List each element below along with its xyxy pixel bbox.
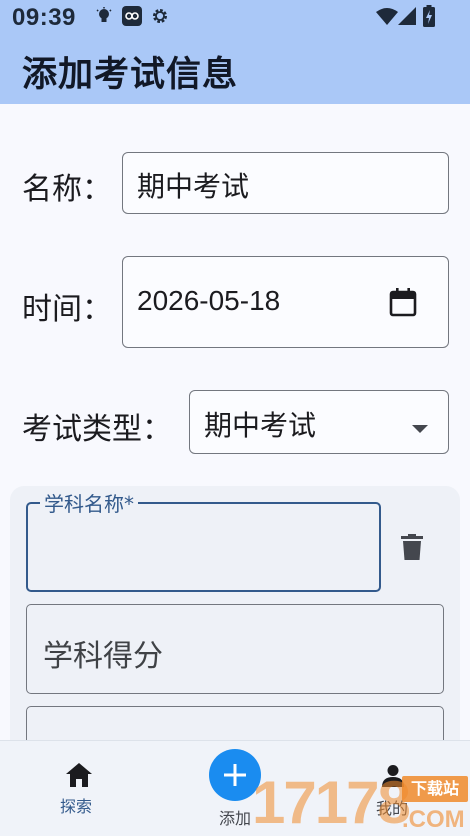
cellular-signal-icon <box>398 7 416 29</box>
app-notification-icon <box>122 6 142 30</box>
exam-type-value: 期中考试 <box>204 409 317 442</box>
wifi-icon <box>376 7 398 29</box>
delete-icon[interactable] <box>401 534 423 564</box>
name-label: 名称： <box>22 172 112 207</box>
watermark-number: 17178 <box>252 769 411 836</box>
watermark-domain: .COM <box>402 806 465 833</box>
exam-name-input[interactable]: 期中考试 <box>122 152 449 214</box>
exam-type-select[interactable]: 期中考试 <box>189 390 449 454</box>
watermark-badge: 下载站 <box>402 776 468 802</box>
dropdown-arrow-icon <box>412 419 428 438</box>
exam-date-input[interactable]: 2026-05-18 <box>122 256 449 348</box>
lightbulb-icon <box>95 7 113 29</box>
gear-icon <box>151 7 169 29</box>
status-time: 09:39 <box>12 4 76 31</box>
exam-date-value: 2026-05-18 <box>137 285 281 316</box>
app-header: 09:39 添加考试信息 <box>0 0 470 104</box>
nav-add-label[interactable]: 添加 <box>219 805 251 829</box>
battery-charging-icon <box>423 5 435 31</box>
calendar-icon[interactable] <box>389 287 417 321</box>
exam-type-label: 考试类型： <box>22 412 172 447</box>
status-bar: 09:39 <box>0 0 470 32</box>
nav-explore[interactable]: 探索 <box>52 759 104 829</box>
subject-name-input[interactable]: 学科名称* <box>26 488 381 592</box>
page-title: 添加考试信息 <box>22 55 239 95</box>
plus-icon <box>223 763 247 791</box>
time-label: 时间： <box>22 292 112 327</box>
home-icon <box>66 763 92 791</box>
subject-score-input[interactable]: 学科得分 <box>26 604 444 694</box>
exam-name-value: 期中考试 <box>137 170 250 203</box>
nav-explore-label: 探索 <box>60 797 93 816</box>
subject-name-label: 学科名称* <box>40 488 138 517</box>
subject-score-placeholder: 学科得分 <box>43 639 163 674</box>
site-watermark: 17178 下载站 .COM <box>252 770 470 836</box>
